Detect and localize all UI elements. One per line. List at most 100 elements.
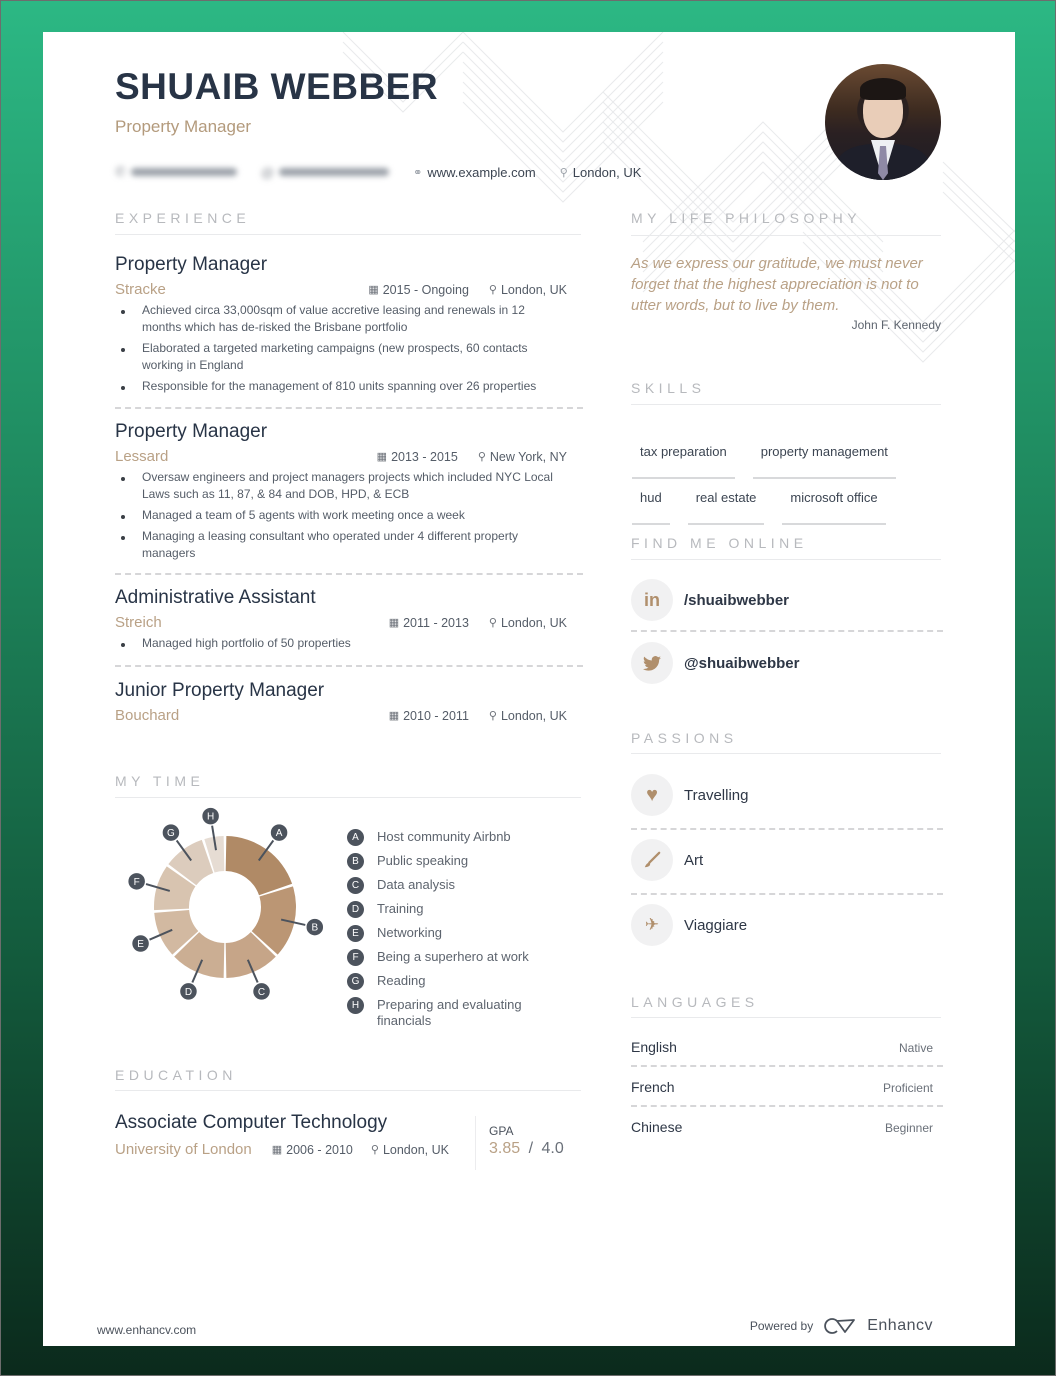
donut-slice-a [225, 836, 293, 896]
linkedin-icon: in [631, 579, 673, 621]
passion-item: Art [631, 839, 703, 881]
bullet-item: Managed high portfolio of 50 properties [115, 635, 565, 652]
legend-item: D Training [347, 901, 587, 918]
donut-label-text: B [311, 923, 318, 934]
divider [115, 573, 583, 575]
linkedin-link[interactable]: in /shuaibwebber [631, 579, 789, 621]
footer-site-link[interactable]: www.enhancv.com [97, 1323, 196, 1337]
job-title: Property Manager [115, 421, 268, 442]
skill-tag: hud [632, 479, 670, 525]
legend-item: A Host community Airbnb [347, 829, 587, 846]
donut-label-text: D [185, 987, 192, 998]
contact-bar: ✆ @ ⚭ www.example.com ⚲ London, UK [115, 162, 665, 182]
legend-label: Host community Airbnb [377, 829, 511, 844]
gpa-divider [475, 1116, 476, 1170]
bullet-item: Oversaw engineers and project managers p… [115, 469, 565, 503]
passion-label: Art [684, 851, 704, 869]
bullet-item: Elaborated a targeted marketing campaign… [115, 340, 565, 374]
philosophy-heading: MY LIFE PHILOSOPHY [631, 210, 862, 226]
email-contact[interactable]: @ [261, 165, 390, 180]
language-level: Native [898, 1041, 933, 1055]
language-level: Proficient [882, 1081, 933, 1095]
link-icon: ⚭ [413, 166, 423, 179]
passion-label: Viaggiare [684, 916, 748, 934]
passions-heading: PASSIONS [631, 730, 738, 746]
languages-heading: LANGUAGES [631, 994, 759, 1010]
online-heading: FIND ME ONLINE [631, 535, 808, 551]
passion-item: ♥ Travelling [631, 774, 748, 816]
donut-label-text: F [134, 877, 140, 888]
job-meta: ▦ 2015 - Ongoing ⚲ London, UK [368, 283, 583, 297]
languages-rule [631, 1017, 941, 1018]
language-name: French [631, 1079, 675, 1095]
job-entry: Junior Property Manager Bouchard ▦ 2010 -… [115, 680, 583, 724]
job-company: Streich [115, 614, 162, 631]
divider [631, 1065, 943, 1067]
education-heading: EDUCATION [115, 1067, 237, 1083]
job-dates: 2010 - 2011 [403, 708, 469, 723]
language-item: French Proficient [631, 1079, 943, 1095]
skill-tag: real estate [687, 479, 765, 525]
job-bullets: Managed high portfolio of 50 properties [115, 635, 565, 652]
divider [115, 407, 583, 409]
job-bullets: Oversaw engineers and project managers p… [115, 469, 565, 562]
education-dates: 2006 - 2010 [286, 1142, 353, 1157]
school-name: University of London [115, 1141, 252, 1158]
job-entry: Property Manager Lessard ▦ 2013 - 2015 ⚲ N… [115, 421, 583, 566]
job-location: London, UK [500, 615, 567, 630]
legend-label: Data analysis [377, 877, 456, 892]
legend-badge: C [347, 877, 364, 894]
map-pin-icon: ⚲ [488, 284, 497, 296]
job-company: Lessard [115, 448, 169, 465]
legend-label: Public speaking [377, 853, 469, 868]
education-meta: ▦ 2006 - 2010 ⚲ London, UK [272, 1143, 449, 1157]
legend-label: Training [377, 901, 424, 916]
donut-label-text: H [207, 812, 214, 823]
passion-item: ✈ Viaggiare [631, 904, 747, 946]
phone-contact[interactable]: ✆ [115, 164, 237, 180]
job-location: New York, NY [489, 449, 567, 464]
website-contact[interactable]: ⚭ www.example.com [413, 165, 536, 180]
divider [115, 665, 583, 667]
skills-list: tax preparation property management hud re… [632, 433, 962, 525]
language-name: English [631, 1039, 677, 1055]
language-item: Chinese Beginner [631, 1119, 943, 1135]
airplane-icon: ✈ [631, 904, 673, 946]
divider [631, 630, 943, 632]
degree-title: Associate Computer Technology [115, 1112, 388, 1133]
candidate-name: SHUAIB WEBBER [115, 66, 439, 107]
experience-heading: EXPERIENCE [115, 210, 251, 226]
skill-tag: property management [752, 433, 896, 479]
twitter-link[interactable]: @shuaibwebber [631, 642, 799, 684]
legend-badge: G [347, 973, 364, 990]
job-title: Administrative Assistant [115, 587, 316, 608]
language-item: English Native [631, 1039, 943, 1055]
donut-label-text: A [276, 828, 283, 839]
job-meta: ▦ 2010 - 2011 ⚲ London, UK [389, 709, 583, 723]
map-pin-icon: ⚲ [559, 166, 568, 179]
gpa-max: 4.0 [541, 1140, 564, 1157]
online-rule [631, 559, 941, 560]
legend-item: B Public speaking [347, 853, 587, 870]
legend-label: Preparing and evaluating financials [377, 997, 522, 1028]
skills-heading: SKILLS [631, 380, 706, 396]
bullet-item: Managed a team of 5 agents with work mee… [115, 507, 565, 524]
time-donut-chart: A B C D E F G H [126, 807, 325, 1002]
calendar-icon: ▦ [368, 284, 379, 296]
legend-item: E Networking [347, 925, 587, 942]
job-bullets: Achieved circa 33,000sqm of value accret… [115, 302, 565, 395]
time-legend: A Host community Airbnb B Public speaking … [347, 829, 587, 1029]
gpa-value: 3.85 [489, 1140, 521, 1157]
website-text: www.example.com [427, 164, 536, 180]
legend-item: C Data analysis [347, 877, 587, 894]
job-meta: ▦ 2011 - 2013 ⚲ London, UK [389, 616, 583, 630]
calendar-icon: ▦ [388, 710, 400, 722]
bullet-item: Achieved circa 33,000sqm of value accret… [115, 302, 565, 336]
legend-item: H Preparing and evaluating financials [347, 997, 587, 1029]
experience-rule [115, 234, 581, 235]
divider [631, 828, 943, 830]
divider [631, 1105, 943, 1107]
job-company: Stracke [115, 281, 166, 298]
legend-badge: H [347, 997, 364, 1014]
legend-badge: D [347, 901, 364, 918]
